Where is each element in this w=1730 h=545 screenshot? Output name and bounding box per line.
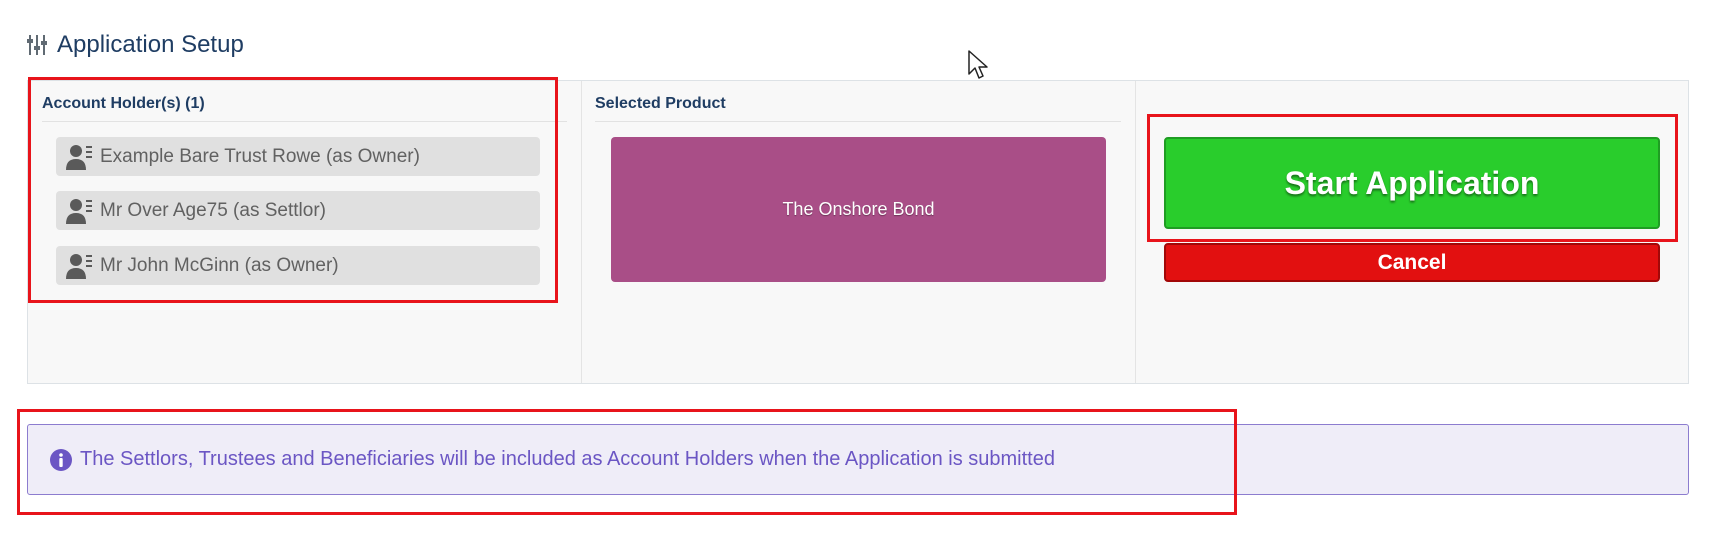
cancel-button[interactable]: Cancel: [1164, 243, 1660, 282]
info-banner: The Settlors, Trustees and Beneficiaries…: [27, 424, 1689, 495]
person-card-icon: [66, 198, 92, 224]
account-holders-heading: Account Holder(s) (1): [42, 95, 567, 122]
mouse-pointer-icon: [968, 50, 988, 79]
start-application-button[interactable]: Start Application: [1164, 137, 1660, 229]
account-holder-item[interactable]: Mr John McGinn (as Owner): [56, 246, 540, 285]
person-card-icon: [66, 253, 92, 279]
selected-product-section: Selected Product The Onshore Bond: [581, 81, 1136, 383]
person-card-icon: [66, 144, 92, 170]
account-holder-label: Mr Over Age75 (as Settlor): [100, 199, 326, 221]
application-setup-panel: Account Holder(s) (1) Example Bare Trust…: [27, 80, 1689, 384]
account-holder-item[interactable]: Mr Over Age75 (as Settlor): [56, 191, 540, 230]
selected-product-heading: Selected Product: [595, 95, 1121, 122]
sliders-icon: [27, 35, 47, 55]
product-name: The Onshore Bond: [782, 199, 935, 219]
account-holder-item[interactable]: Example Bare Trust Rowe (as Owner): [56, 137, 540, 176]
page-title: Application Setup: [57, 31, 244, 58]
info-circle-icon: [50, 448, 72, 471]
actions-section: [1135, 81, 1688, 383]
page-header: Application Setup: [27, 28, 244, 62]
product-tile[interactable]: The Onshore Bond: [611, 137, 1106, 282]
info-message: The Settlors, Trustees and Beneficiaries…: [80, 448, 1055, 470]
account-holders-section: Account Holder(s) (1) Example Bare Trust…: [28, 81, 582, 383]
account-holder-label: Example Bare Trust Rowe (as Owner): [100, 145, 420, 167]
account-holder-label: Mr John McGinn (as Owner): [100, 254, 339, 276]
